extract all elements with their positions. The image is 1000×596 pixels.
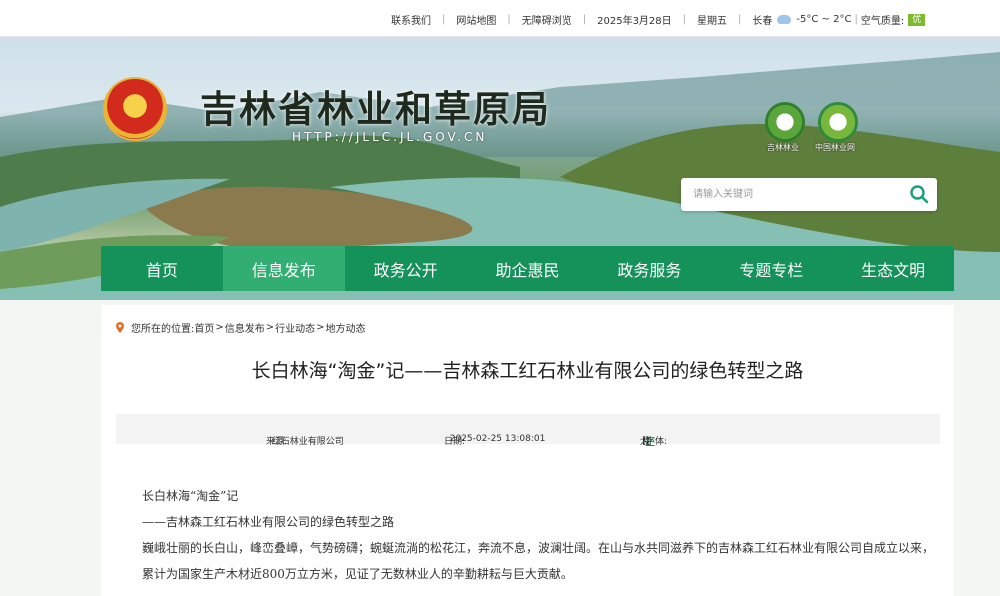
source-value: 红石林业有限公司	[271, 437, 344, 447]
search-input[interactable]	[693, 186, 893, 203]
air-quality-badge: 优	[908, 13, 926, 26]
breadcrumb-industry-news[interactable]: 行业动态	[275, 320, 315, 335]
nav-item-ecological-civilization[interactable]: 生态文明	[832, 246, 954, 291]
article-card: 您所在的位置: 首页 > 信息发布 > 行业动态 > 地方动态 长白林海“淘金”…	[101, 305, 954, 596]
nav-item-home[interactable]: 首页	[101, 246, 223, 291]
nav-item-business-support[interactable]: 助企惠民	[467, 246, 589, 291]
utility-links: 联系我们 | 网站地图 | 无障碍浏览 | 2025年3月28日 | 星期五 |…	[391, 12, 926, 27]
weather-temperature: -5°C ~ 2°C	[796, 14, 852, 25]
current-date: 2025年3月28日	[597, 16, 672, 27]
breadcrumb-prefix: 您所在的位置:	[131, 324, 195, 335]
breadcrumb: 您所在的位置: 首页 > 信息发布 > 行业动态 > 地方动态	[116, 320, 366, 335]
search-icon[interactable]	[909, 184, 929, 204]
sitemap-link[interactable]: 网站地图	[456, 12, 496, 27]
divider: |	[854, 14, 858, 25]
article-source: 来源: 红石林业有限公司	[266, 424, 344, 447]
breadcrumb-local-news[interactable]: 地方动态	[326, 320, 366, 335]
main-navigation: 首页 信息发布 政务公开 助企惠民 政务服务 专题专栏 生态文明	[101, 246, 954, 291]
nav-item-government-services[interactable]: 政务服务	[588, 246, 710, 291]
divider: |	[442, 14, 446, 25]
nav-item-special-topics[interactable]: 专题专栏	[710, 246, 832, 291]
air-quality-label: 空气质量:	[860, 16, 905, 27]
cloud-icon	[777, 15, 792, 24]
article-paragraph: 巍峨壮丽的长白山，峰峦叠嶂，气势磅礴；蜿蜒流淌的松花江，奔流不息，波澜壮阔。在山…	[142, 541, 935, 581]
current-weekday: 星期五	[697, 16, 728, 27]
jilin-forestry-logo[interactable]	[765, 102, 805, 142]
divider: |	[682, 14, 687, 25]
article-date: 日期: 2025-02-25 13:08:01	[444, 424, 545, 447]
article-body: 长白林海“淘金”记 ——吉林森工红石林业有限公司的绿色转型之路 巍峨壮丽的长白山…	[142, 483, 940, 587]
nav-item-government-affairs[interactable]: 政务公开	[345, 246, 467, 291]
divider: |	[507, 14, 511, 25]
divider: |	[738, 14, 742, 25]
search-box	[681, 178, 937, 211]
contact-link[interactable]: 联系我们	[391, 12, 431, 27]
breadcrumb-home[interactable]: 首页	[194, 320, 214, 335]
accessibility-link[interactable]: 无障碍浏览	[522, 12, 572, 27]
breadcrumb-separator: >	[316, 322, 325, 333]
breadcrumb-separator: >	[265, 322, 275, 333]
location-pin-icon	[116, 322, 124, 333]
breadcrumb-info-release[interactable]: 信息发布	[225, 320, 265, 335]
jilin-forestry-caption: 吉林林业	[767, 143, 799, 152]
weather-city: 长春	[752, 16, 773, 27]
national-emblem	[103, 77, 167, 141]
article-title: 长白林海“淘金”记——吉林森工红石林业有限公司的绿色转型之路	[251, 360, 804, 382]
site-title: 吉林省林业和草原局	[200, 87, 551, 131]
site-url: HTTP://JLLC.JL.GOV.CN	[292, 130, 488, 144]
breadcrumb-separator: >	[215, 322, 224, 333]
article-paragraph: ——吉林森工红石林业有限公司的绿色转型之路	[142, 515, 395, 529]
article-paragraph: 长白林海“淘金”记	[142, 489, 239, 503]
china-forestry-logo[interactable]	[818, 102, 858, 142]
date-value: 2025-02-25 13:08:01	[449, 434, 546, 444]
nav-item-info-release[interactable]: 信息发布	[222, 246, 345, 291]
article-meta-bar: 来源: 红石林业有限公司 日期: 2025-02-25 13:08:01 【字体…	[116, 414, 940, 447]
china-forestry-caption: 中国林业网	[815, 143, 855, 152]
font-size-selector: 【字体: 大 中 小】	[637, 424, 667, 447]
top-utility-bar: 联系我们 | 网站地图 | 无障碍浏览 | 2025年3月28日 | 星期五 |…	[0, 0, 1000, 37]
font-size-close: 】	[645, 437, 655, 447]
divider: |	[582, 14, 587, 25]
